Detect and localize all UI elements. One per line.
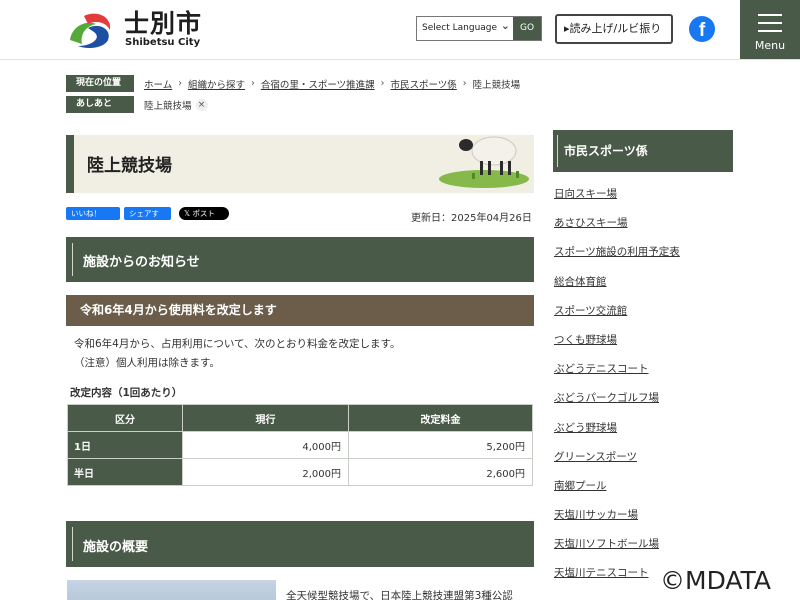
section-heading-text: 施設の概要: [83, 540, 149, 555]
language-dropdown[interactable]: Select Language: [417, 14, 513, 40]
facebook-share-button[interactable]: シェアする: [124, 207, 171, 231]
sidebar-link[interactable]: 南郷プール: [554, 472, 734, 501]
site-header: 士別市 Shibetsu City Select Language GO ▸読み…: [0, 0, 800, 60]
facility-description: 全天候型競技場で、日本陸上競技連盟第3種公認: [286, 590, 513, 600]
sidebar-title[interactable]: 市民スポーツ係: [553, 130, 733, 172]
breadcrumb-home[interactable]: ホーム: [144, 77, 172, 91]
table-header-cell: 現行: [182, 404, 349, 432]
table-header-cell: 改定料金: [348, 404, 533, 432]
sidebar-link[interactable]: つくも野球場: [554, 326, 734, 355]
footprint-item[interactable]: 陸上競技場: [144, 98, 192, 112]
table-cell: 5,200円: [348, 431, 533, 459]
table-cell: 2,000円: [182, 458, 349, 486]
read-aloud-button[interactable]: ▸読み上げ/ルビ振り: [555, 14, 673, 44]
hamburger-icon: [758, 14, 782, 38]
sidebar-link[interactable]: ぶどうテニスコート: [554, 355, 734, 384]
section-heading-notices: 施設からのお知らせ: [66, 237, 534, 282]
sidebar-link[interactable]: グリーンスポーツ: [554, 443, 734, 472]
sidebar-link[interactable]: 総合体育館: [554, 268, 734, 297]
stadium-photo: [67, 580, 276, 600]
facebook-icon[interactable]: f: [689, 16, 715, 42]
notice-title: 令和6年4月から使用料を改定します: [66, 295, 534, 326]
sidebar-link[interactable]: ぶどう野球場: [554, 414, 734, 443]
sidebar-link[interactable]: 天塩川ソフトボール場: [554, 530, 734, 559]
table-header-row: 区分 現行 改定料金: [67, 404, 533, 432]
breadcrumb-separator-icon: ›: [251, 78, 255, 89]
sidebar-links: 日向スキー場 あさひスキー場 スポーツ施設の利用予定表 総合体育館 スポーツ交流…: [554, 180, 734, 589]
fee-table: 区分 現行 改定料金 1日 4,000円 5,200円 半日 2,000円 2,…: [67, 404, 533, 486]
logo-text: 士別市 Shibetsu City: [124, 11, 202, 49]
footprint-bar: あしあと 陸上競技場 ×: [66, 96, 208, 113]
breadcrumb-tag: 現在の位置: [66, 75, 134, 92]
breadcrumb-current: 陸上競技場: [472, 79, 521, 91]
menu-button[interactable]: Menu: [740, 0, 800, 59]
breadcrumb-department[interactable]: 合宿の里・スポーツ推進課: [261, 77, 375, 91]
city-emblem-icon: [70, 13, 111, 48]
updated-date: 更新日：2025年04月26日: [411, 213, 532, 224]
logo-title: 士別市: [124, 9, 203, 38]
sidebar-link[interactable]: スポーツ施設の利用予定表: [554, 238, 734, 267]
table-cell: 2,600円: [348, 458, 533, 486]
table-row: 半日 2,000円 2,600円: [67, 458, 533, 486]
site-logo[interactable]: 士別市 Shibetsu City: [66, 8, 216, 52]
breadcrumb-separator-icon: ›: [178, 78, 183, 89]
facebook-like-button[interactable]: いいね！: [66, 207, 120, 220]
sidebar-link[interactable]: ぶどうパークゴルフ場: [554, 384, 734, 413]
logo-subtitle: Shibetsu City: [125, 37, 201, 48]
table-caption: 改定内容（1回あたり）: [70, 387, 183, 399]
section-heading-overview: 施設の概要: [66, 521, 534, 567]
section-heading-text: 施設からのお知らせ: [83, 255, 200, 270]
language-go-button[interactable]: GO: [513, 17, 541, 40]
menu-label: Menu: [754, 39, 786, 52]
breadcrumb-section[interactable]: 市民スポーツ係: [390, 77, 456, 91]
breadcrumb-separator-icon: ›: [462, 78, 467, 89]
table-cell: 4,000円: [182, 431, 349, 459]
x-post-button[interactable]: 𝕏 ポスト: [179, 207, 229, 220]
language-selector: Select Language GO: [416, 14, 542, 41]
notice-paragraph: 令和6年4月から、占用利用について、次のとおり料金を改定します。: [74, 338, 401, 350]
social-buttons: いいね！ シェアする 𝕏 ポスト: [66, 207, 229, 231]
breadcrumb-organization[interactable]: 組織から探す: [188, 77, 245, 91]
sidebar-link[interactable]: 日向スキー場: [554, 180, 734, 209]
watermark: ©MDATA: [660, 566, 771, 595]
sidebar-link[interactable]: あさひスキー場: [554, 209, 734, 238]
page-title: 陸上競技場: [87, 156, 172, 176]
sidebar-link[interactable]: スポーツ交流館: [554, 297, 734, 326]
table-row: 1日 4,000円 5,200円: [67, 431, 533, 459]
table-header-cell: 区分: [67, 404, 183, 432]
breadcrumb: 現在の位置 ホーム › 組織から探す › 合宿の里・スポーツ推進課 › 市民スポ…: [66, 75, 520, 92]
x-post-label: ポスト: [192, 209, 215, 218]
sidebar-link[interactable]: 天塩川サッカー場: [554, 501, 734, 530]
table-row-header: 半日: [67, 458, 183, 486]
table-row-header: 1日: [67, 431, 183, 459]
sheep-illustration-icon: [439, 136, 529, 188]
notice-note: （注意）個人利用は除きます。: [74, 357, 220, 369]
footprint-tag: あしあと: [66, 96, 134, 113]
page-title-banner: 陸上競技場: [66, 135, 534, 193]
breadcrumb-separator-icon: ›: [380, 78, 385, 89]
close-icon[interactable]: ×: [195, 98, 208, 111]
